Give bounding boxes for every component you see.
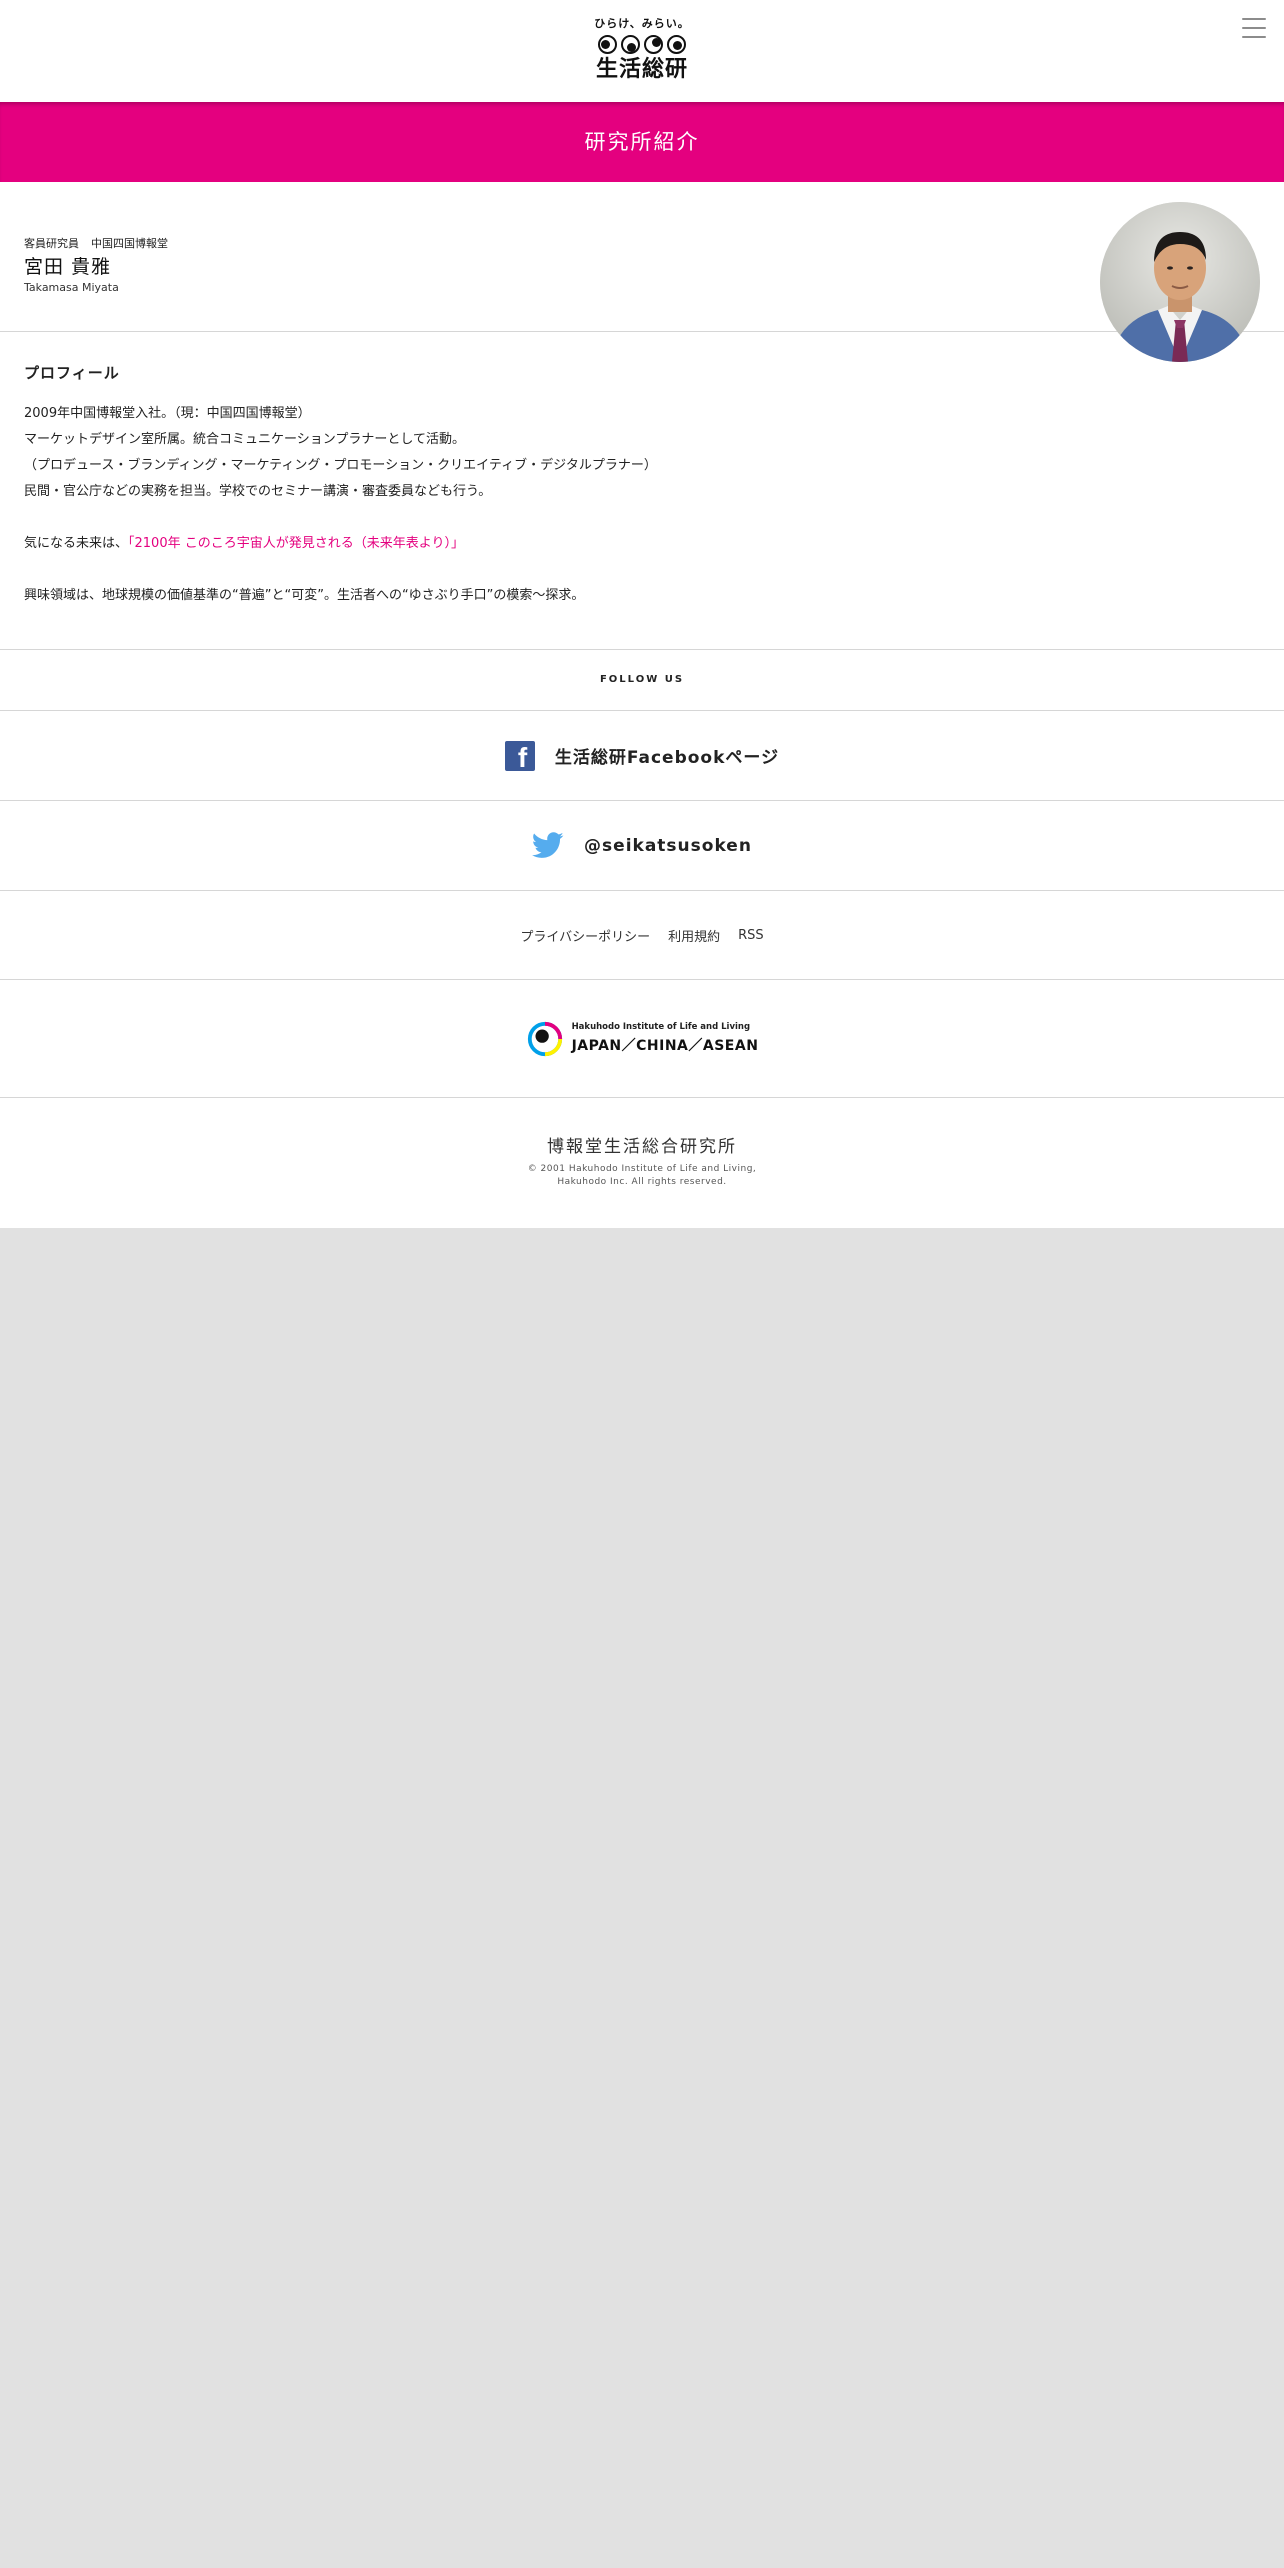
institute-text: Hakuhodo Institute of Life and Living JA… [572, 1022, 759, 1055]
terms-link[interactable]: 利用規約 [668, 926, 720, 945]
person-office: 中国四国博報堂 [91, 237, 168, 250]
institute-logo[interactable]: Hakuhodo Institute of Life and Living JA… [0, 980, 1284, 1098]
twitter-label: @seikatsusoken [584, 835, 752, 856]
bio-line: 民間・官公庁などの実務を担当。学校でのセミナー講演・審査委員なども行う。 [24, 484, 492, 499]
eye-icon [667, 34, 686, 54]
follow-us-heading: FOLLOW US [0, 649, 1284, 711]
corporate-footer: 博報堂生活総合研究所 © 2001 Hakuhodo Institute of … [0, 1098, 1284, 1228]
eye-icon [598, 34, 617, 54]
interest-paragraph: 興味領域は、地球規模の価値基準の“普遍”と“可変”。生活者への“ゆさぶり手口”の… [24, 588, 585, 603]
copyright: © 2001 Hakuhodo Institute of Life and Li… [0, 1163, 1284, 1189]
bio-line: 2009年中国博報堂入社。（現：中国四国博報堂） [24, 406, 311, 421]
copyright-line: © 2001 Hakuhodo Institute of Life and Li… [527, 1164, 757, 1174]
eye-icon [621, 34, 640, 54]
twitter-icon [532, 832, 564, 858]
twitter-link[interactable]: @seikatsusoken [0, 801, 1284, 891]
hamburger-menu-icon[interactable] [1242, 18, 1266, 38]
future-paragraph: 気になる未来は、「2100年 このころ宇宙人が発見される（未来年表より）」 [24, 531, 1260, 557]
page-title: 研究所紹介 [0, 102, 1284, 182]
corporate-name: 博報堂生活総合研究所 [547, 1137, 737, 1157]
copyright-line: Hakuhodo Inc. All rights reserved. [557, 1177, 727, 1187]
logo-eyes-icon [592, 33, 692, 55]
footer-links: プライバシーポリシー 利用規約 RSS [0, 891, 1284, 980]
institute-small-text: Hakuhodo Institute of Life and Living [571, 1022, 751, 1032]
future-link[interactable]: 「2100年 このころ宇宙人が発見される（未来年表より）」 [128, 536, 464, 551]
person-role: 客員研究員 中国四国博報堂 [24, 235, 168, 251]
bio-line: マーケットデザイン室所属。統合コミュニケーションプラナーとして活動。 [24, 432, 465, 447]
page: ひらけ、みらい。 生活総研 研究所紹介 客員研究員 中国四国博報堂 宮田 貴雅 T… [0, 0, 1284, 1228]
rss-link[interactable]: RSS [738, 928, 764, 943]
eye-icon [644, 34, 663, 54]
institute-ring-icon [527, 1021, 562, 1056]
site-header: ひらけ、みらい。 生活総研 [0, 0, 1284, 102]
future-prefix: 気になる未来は、 [24, 536, 129, 551]
profile-section: プロフィール 2009年中国博報堂入社。（現：中国四国博報堂） マーケットデザイ… [0, 332, 1284, 649]
privacy-policy-link[interactable]: プライバシーポリシー [520, 926, 650, 945]
facebook-icon: f [504, 740, 535, 771]
institute-main-text: JAPAN／CHINA／ASEAN [571, 1038, 759, 1054]
facebook-link[interactable]: f 生活総研Facebookページ [0, 711, 1284, 801]
site-logo[interactable]: ひらけ、みらい。 生活総研 [592, 16, 692, 88]
avatar [1100, 202, 1260, 362]
profile-heading: プロフィール [24, 364, 120, 382]
person-name: 宮田 貴雅 [24, 256, 112, 278]
bio-line: （プロデュース・ブランディング・マーケティング・プロモーション・クリエイティブ・… [24, 458, 657, 473]
logo-name: 生活総研 [595, 57, 688, 82]
person-position: 客員研究員 [24, 237, 79, 250]
logo-tagline: ひらけ、みらい。 [594, 17, 690, 30]
portrait-photo [1100, 202, 1260, 362]
facebook-label: 生活総研Facebookページ [554, 748, 780, 768]
profile-header: 客員研究員 中国四国博報堂 宮田 貴雅 Takamasa Miyata [0, 182, 1284, 332]
person-name-roman: Takamasa Miyata [24, 281, 119, 294]
